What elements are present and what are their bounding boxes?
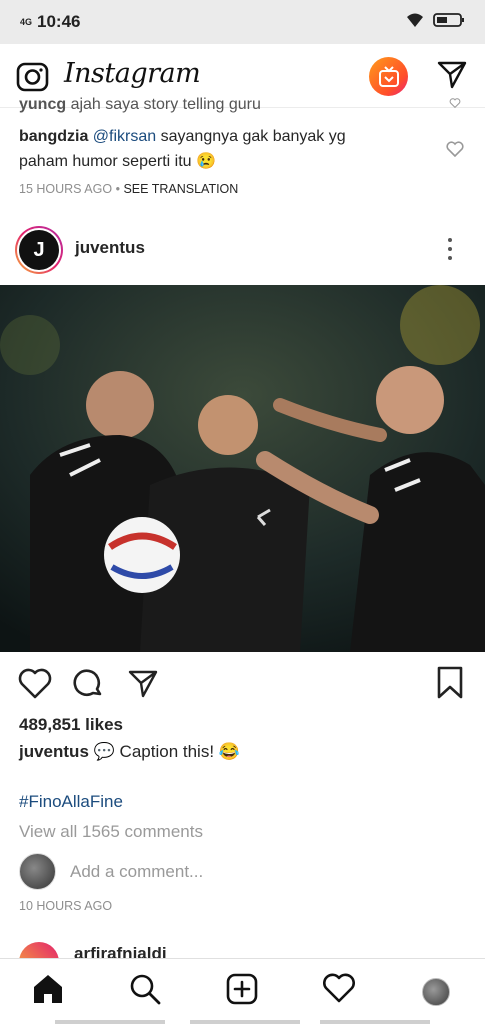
heart-icon[interactable] <box>18 668 52 700</box>
comment-emoji: 😢 <box>195 153 216 170</box>
post-header: J juventus <box>0 222 485 278</box>
hashtag-link[interactable]: #FinoAllaFine <box>19 792 123 812</box>
comment-icon[interactable] <box>73 668 105 700</box>
like-count[interactable]: 489,851 likes <box>19 715 123 735</box>
add-comment-input[interactable]: Add a comment... <box>70 862 203 882</box>
avatar-logo: J <box>19 230 59 270</box>
view-all-comments-link[interactable]: View all 1565 comments <box>19 822 203 842</box>
bookmark-icon[interactable] <box>436 666 464 700</box>
status-left: 4G 10:46 <box>20 12 81 32</box>
direct-message-icon[interactable] <box>436 59 468 91</box>
comment-like-icon[interactable] <box>446 141 464 157</box>
comment-text: ajah saya story telling guru <box>70 96 261 113</box>
post-actions <box>0 664 485 704</box>
photo-illustration <box>0 285 485 652</box>
status-time: 10:46 <box>37 12 81 31</box>
gesture-bar <box>190 1020 300 1024</box>
battery-icon <box>433 13 464 27</box>
comment-row: bangdzia @fikrsan sayangnya gak banyak y… <box>19 124 429 149</box>
activity-heart-icon[interactable] <box>323 973 355 1005</box>
home-icon[interactable] <box>32 973 64 1005</box>
search-icon[interactable] <box>129 973 161 1005</box>
post-timestamp: 10 HOURS AGO <box>19 899 113 913</box>
comment-text: sayangnya gak banyak yg <box>160 128 346 145</box>
comment-text: paham humor seperti itu <box>19 153 192 170</box>
meta-separator: • <box>115 182 120 196</box>
igtv-icon <box>378 65 399 87</box>
wifi-icon <box>407 13 423 27</box>
network-indicator: 4G <box>20 17 33 27</box>
status-icons <box>405 12 465 28</box>
comment-meta: 15 HOURS AGO • SEE TRANSLATION <box>19 182 238 196</box>
igtv-button[interactable] <box>369 57 408 96</box>
post-username[interactable]: juventus <box>75 238 145 258</box>
comment-user[interactable]: bangdzia <box>19 128 88 145</box>
caption-username[interactable]: juventus <box>19 742 89 761</box>
comment-mention[interactable]: @fikrsan <box>93 128 156 145</box>
bottom-navigation <box>0 958 485 1024</box>
new-post-icon[interactable] <box>226 973 258 1005</box>
share-icon[interactable] <box>127 668 159 700</box>
comment-like-icon[interactable] <box>446 98 464 108</box>
comment-user[interactable]: yuncg <box>19 96 66 113</box>
post-avatar[interactable]: J <box>15 226 63 274</box>
more-options-icon[interactable] <box>448 238 452 260</box>
add-comment-row[interactable]: Add a comment... <box>19 853 459 893</box>
post-image[interactable] <box>0 285 485 652</box>
app-logo: Instagram <box>64 58 201 89</box>
profile-avatar[interactable] <box>422 978 450 1006</box>
caption-text: Caption this! <box>119 742 215 761</box>
post-caption: juventus 💬 Caption this! 😂 <box>19 742 240 762</box>
avatar <box>19 853 56 890</box>
camera-icon[interactable] <box>16 60 49 93</box>
comment-cutoff: yuncg ajah saya story telling guru <box>19 96 261 114</box>
status-bar: 4G 10:46 <box>0 0 485 44</box>
comment-row-cont: paham humor seperti itu 😢 <box>19 149 429 174</box>
comment-time: 15 HOURS AGO <box>19 182 113 196</box>
gesture-bar <box>55 1020 165 1024</box>
caption-emoji: 😂 <box>218 742 240 761</box>
gesture-bar <box>320 1020 430 1024</box>
see-translation-link[interactable]: SEE TRANSLATION <box>123 182 238 196</box>
caption-emoji: 💬 <box>93 742 115 761</box>
